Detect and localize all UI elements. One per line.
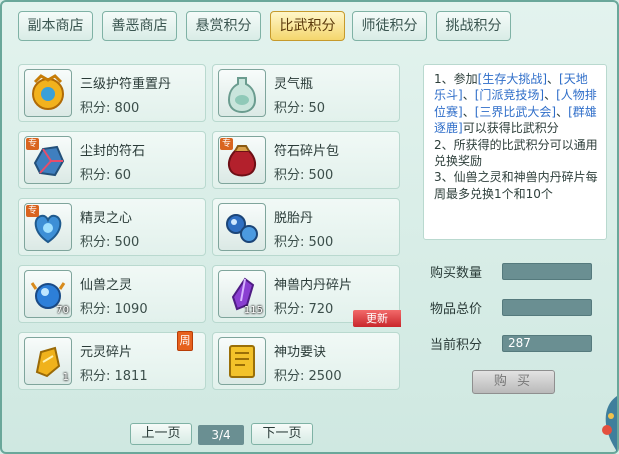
shop-item[interactable]: 专 精灵之心 积分: 500: [18, 198, 206, 256]
item-price: 积分: 1811: [80, 369, 148, 384]
buy-button[interactable]: 购 买: [472, 370, 555, 394]
tab-mentor-points[interactable]: 师徒积分: [352, 11, 427, 41]
shop-item[interactable]: 脱胎丹 积分: 500: [212, 198, 400, 256]
total-price-field: [502, 299, 592, 316]
item-name: 神兽内丹碎片: [274, 278, 353, 293]
item-price: 积分: 720: [274, 302, 334, 317]
item-name: 精灵之心: [80, 211, 133, 226]
shop-item[interactable]: 1 元灵碎片 积分: 1811 周: [18, 331, 206, 390]
next-page-button[interactable]: 下一页: [251, 423, 313, 445]
weekly-badge: 周: [177, 331, 193, 351]
item-name: 仙兽之灵: [80, 278, 133, 293]
item-count: 1: [62, 372, 69, 383]
info-text: 、: [462, 104, 475, 119]
shop-item[interactable]: 三级护符重置丹 积分: 800: [18, 64, 206, 122]
exclusive-tag: 专: [26, 138, 40, 150]
beast-spirit-orb-icon: 70: [24, 270, 72, 318]
skill-book-icon: [218, 337, 266, 385]
shop-item[interactable]: 115 神兽内丹碎片 积分: 720 更新: [212, 265, 401, 327]
page-indicator: 3/4: [198, 425, 244, 445]
current-points-field: 287: [502, 335, 592, 352]
jade-vase-icon: [218, 69, 266, 117]
tab-challenge-points[interactable]: 挑战积分: [436, 11, 511, 41]
tab-bounty-points[interactable]: 悬赏积分: [186, 11, 261, 41]
item-count: 115: [243, 305, 263, 316]
activity-link-sanjie[interactable]: [三界比武大会]: [475, 105, 556, 119]
golden-amulet-pill-icon: [24, 69, 72, 117]
info-text: 、: [556, 104, 569, 119]
item-count: 70: [56, 305, 69, 316]
item-price: 积分: 50: [274, 101, 326, 116]
item-grid: 三级护符重置丹 积分: 800 灵气瓶 积分: 50 专 尘封的符石 积分: 6…: [18, 64, 408, 394]
yuanling-shard-icon: 1: [24, 337, 72, 385]
item-price: 积分: 60: [80, 168, 132, 183]
tab-karma-shop[interactable]: 善恶商店: [102, 11, 177, 41]
item-name: 尘封的符石: [80, 144, 146, 159]
rune-stone-icon: 专: [24, 136, 72, 184]
item-price: 积分: 800: [80, 101, 140, 116]
info-text: 2、所获得的比武积分可以通用兑换奖励: [434, 137, 598, 169]
item-price: 积分: 500: [274, 168, 334, 183]
current-points-label: 当前积分: [430, 338, 483, 353]
reborn-pill-icon: [218, 203, 266, 251]
shop-item[interactable]: 专 符石碎片包 积分: 500: [212, 131, 400, 189]
info-text: 、: [462, 88, 475, 103]
new-badge: 更新: [353, 310, 401, 327]
info-text: 、: [547, 72, 560, 86]
info-text: 3、仙兽之灵和神兽内丹碎片每周最多兑换1个和10个: [434, 170, 598, 201]
rune-shard-bag-icon: 专: [218, 136, 266, 184]
prev-page-button[interactable]: 上一页: [130, 423, 192, 445]
exclusive-tag: 专: [220, 138, 234, 150]
shop-panel: 副本商店 善恶商店 悬赏积分 比武积分 师徒积分 挑战积分 三级护符重置丹 积分…: [0, 0, 619, 454]
info-text: 可以获得比武积分: [462, 121, 559, 136]
quantity-label: 购买数量: [430, 266, 483, 281]
item-name: 符石碎片包: [274, 144, 340, 159]
activity-link-sect-arena[interactable]: [门派竞技场]: [475, 88, 544, 102]
item-price: 积分: 2500: [274, 369, 342, 384]
info-text: 、: [544, 88, 557, 103]
item-name: 元灵碎片: [80, 345, 133, 360]
corner-ornament-icon: [602, 396, 617, 452]
crystal-shard-icon: 115: [218, 270, 266, 318]
item-name: 脱胎丹: [274, 211, 314, 226]
spirit-heart-icon: 专: [24, 203, 72, 251]
item-price: 积分: 1090: [80, 302, 148, 317]
arena-points-info: 1、参加[生存大挑战]、[天地乐斗]、[门派竞技场]、[人物排位赛]、[三界比武…: [423, 64, 607, 240]
shop-item[interactable]: 专 尘封的符石 积分: 60: [18, 131, 206, 189]
total-price-label: 物品总价: [430, 302, 483, 317]
shop-item[interactable]: 70 仙兽之灵 积分: 1090: [18, 265, 206, 323]
item-name: 灵气瓶: [274, 77, 314, 92]
exclusive-tag: 专: [26, 205, 40, 217]
shop-item[interactable]: 神功要诀 积分: 2500: [212, 332, 400, 390]
quantity-field[interactable]: [502, 263, 592, 280]
shop-item[interactable]: 灵气瓶 积分: 50: [212, 64, 400, 122]
tab-dungeon-shop[interactable]: 副本商店: [18, 11, 93, 41]
info-text: 1、参加: [434, 72, 478, 86]
item-price: 积分: 500: [80, 235, 140, 250]
item-name: 神功要诀: [274, 345, 327, 360]
activity-link-survival[interactable]: [生存大挑战]: [478, 72, 547, 86]
item-name: 三级护符重置丹: [80, 77, 172, 92]
tab-arena-points[interactable]: 比武积分: [270, 11, 345, 41]
item-price: 积分: 500: [274, 235, 334, 250]
